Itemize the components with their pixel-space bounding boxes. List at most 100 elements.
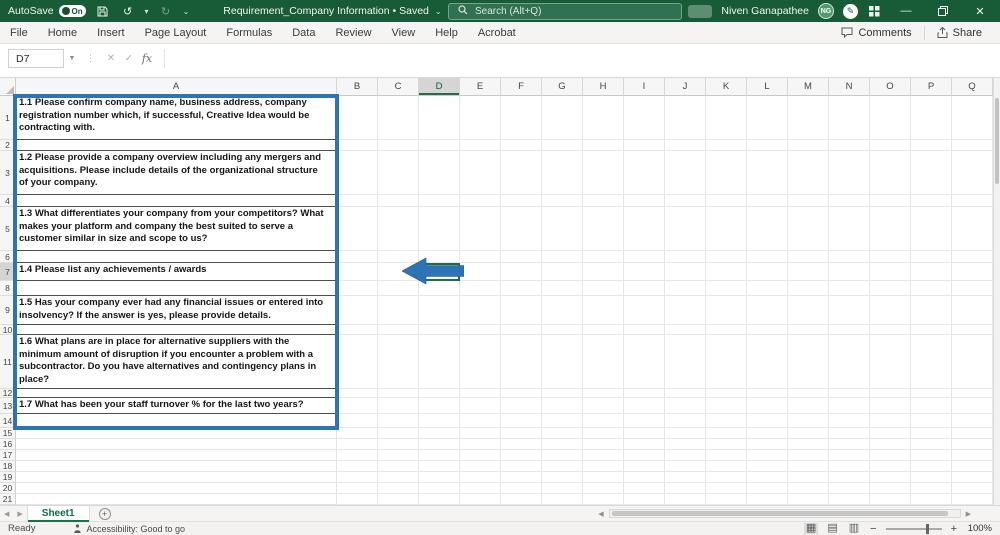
column-header-N[interactable]: N — [829, 78, 870, 96]
hscroll-right-icon[interactable]: ▶ — [963, 510, 974, 518]
row-header-9[interactable]: 9 — [0, 296, 16, 325]
cell-A12[interactable] — [16, 389, 337, 398]
cell-A20[interactable] — [16, 483, 337, 494]
column-header-B[interactable]: B — [337, 78, 378, 96]
row-header-15[interactable]: 15 — [0, 428, 16, 439]
cell-A21[interactable] — [16, 494, 337, 505]
cells-B-to-Q-row-1[interactable] — [337, 96, 1000, 140]
cells-B-to-Q-row-4[interactable] — [337, 195, 1000, 207]
cell-A2[interactable] — [16, 140, 337, 151]
cell-A15[interactable] — [16, 428, 337, 439]
cell-A8[interactable] — [16, 281, 337, 296]
cells-B-to-Q-row-2[interactable] — [337, 140, 1000, 151]
row-header-11[interactable]: 11 — [0, 335, 16, 389]
autosave-switch-icon[interactable]: On — [59, 5, 86, 17]
cell-A16[interactable] — [16, 439, 337, 450]
sheet-tab-sheet1[interactable]: Sheet1 — [27, 506, 90, 522]
zoom-slider[interactable] — [886, 528, 942, 530]
cells-B-to-Q-row-10[interactable] — [337, 325, 1000, 335]
sheet-nav-right-icon[interactable]: ▶ — [13, 510, 26, 518]
row-header-6[interactable]: 6 — [0, 251, 16, 263]
ribbon-display-options-icon[interactable] — [867, 3, 883, 19]
row-header-19[interactable]: 19 — [0, 472, 16, 483]
add-sheet-icon[interactable]: + — [99, 508, 111, 520]
name-box-chevron-icon[interactable]: ▼ — [64, 49, 80, 68]
avatar[interactable]: NG — [818, 3, 834, 19]
cells-B-to-Q-row-3[interactable] — [337, 151, 1000, 195]
cells-B-to-Q-row-13[interactable] — [337, 398, 1000, 414]
zoom-slider-knob[interactable] — [926, 524, 929, 534]
zoom-out-icon[interactable]: − — [868, 523, 878, 535]
column-header-A[interactable]: A — [16, 78, 337, 96]
cells-B-to-Q-row-9[interactable] — [337, 296, 1000, 325]
cells-B-to-Q-row-14[interactable] — [337, 414, 1000, 428]
column-header-H[interactable]: H — [583, 78, 624, 96]
hscroll-thumb[interactable] — [612, 511, 948, 516]
cells-B-to-Q-row-11[interactable] — [337, 335, 1000, 389]
row-header-4[interactable]: 4 — [0, 195, 16, 207]
row-header-12[interactable]: 12 — [0, 389, 16, 398]
row-header-8[interactable]: 8 — [0, 281, 16, 296]
undo-icon[interactable]: ↺ — [120, 3, 136, 19]
cell-A9[interactable]: 1.5 Has your company ever had any financ… — [16, 296, 337, 325]
tab-page-layout[interactable]: Page Layout — [135, 24, 217, 42]
share-button[interactable]: Share — [929, 25, 990, 41]
column-header-C[interactable]: C — [378, 78, 419, 96]
quick-access-chevron-icon[interactable]: ⌄ — [183, 7, 190, 16]
cells-B-to-Q-row-18[interactable] — [337, 461, 1000, 472]
column-header-M[interactable]: M — [788, 78, 829, 96]
row-header-2[interactable]: 2 — [0, 140, 16, 151]
cell-A10[interactable] — [16, 325, 337, 335]
cells-B-to-Q-row-20[interactable] — [337, 483, 1000, 494]
cells-B-to-Q-row-17[interactable] — [337, 450, 1000, 461]
close-button[interactable]: ✕ — [966, 0, 994, 22]
tab-insert[interactable]: Insert — [87, 24, 135, 42]
row-header-10[interactable]: 10 — [0, 325, 16, 335]
cell-A5[interactable]: 1.3 What differentiates your company fro… — [16, 207, 337, 251]
cell-A17[interactable] — [16, 450, 337, 461]
restore-button[interactable] — [929, 0, 957, 22]
undo-chevron-icon[interactable]: ▾ — [145, 7, 149, 16]
select-all-corner[interactable] — [0, 78, 16, 96]
horizontal-scrollbar[interactable]: ◀ ▶ — [595, 509, 974, 518]
tab-file[interactable]: File — [0, 24, 38, 42]
row-header-13[interactable]: 13 — [0, 398, 16, 414]
cancel-icon[interactable]: ✕ — [102, 50, 120, 68]
screen-share-icon[interactable] — [688, 5, 712, 18]
user-name[interactable]: Niven Ganapathee — [721, 5, 809, 17]
cell-A6[interactable] — [16, 251, 337, 263]
tab-home[interactable]: Home — [38, 24, 87, 42]
enter-check-icon[interactable]: ✓ — [120, 50, 138, 68]
cells-B-to-Q-row-19[interactable] — [337, 472, 1000, 483]
save-icon[interactable] — [95, 3, 111, 19]
tab-data[interactable]: Data — [282, 24, 325, 42]
cells-B-to-Q-row-16[interactable] — [337, 439, 1000, 450]
row-header-20[interactable]: 20 — [0, 483, 16, 494]
cell-A3[interactable]: 1.2 Please provide a company overview in… — [16, 151, 337, 195]
column-header-J[interactable]: J — [665, 78, 706, 96]
cells-B-to-Q-row-15[interactable] — [337, 428, 1000, 439]
minimize-button[interactable]: — — [892, 0, 920, 22]
cells-B-to-Q-row-6[interactable] — [337, 251, 1000, 263]
vertical-scrollbar[interactable] — [993, 78, 1000, 505]
tab-acrobat[interactable]: Acrobat — [468, 24, 526, 42]
accessibility-status[interactable]: Accessibility: Good to go — [73, 524, 185, 534]
column-header-I[interactable]: I — [624, 78, 665, 96]
zoom-level[interactable]: 100% — [966, 523, 992, 534]
hscroll-left-icon[interactable]: ◀ — [595, 510, 606, 518]
insert-function-icon[interactable]: fx — [138, 50, 156, 68]
search-box[interactable]: Search (Alt+Q) — [448, 3, 682, 20]
column-header-G[interactable]: G — [542, 78, 583, 96]
normal-view-icon[interactable]: ▦ — [804, 523, 818, 534]
row-header-16[interactable]: 16 — [0, 439, 16, 450]
column-header-E[interactable]: E — [460, 78, 501, 96]
cells-B-to-Q-row-21[interactable] — [337, 494, 1000, 505]
cell-A14[interactable] — [16, 414, 337, 428]
zoom-in-icon[interactable]: + — [949, 523, 959, 535]
column-header-L[interactable]: L — [747, 78, 788, 96]
column-header-Q[interactable]: Q — [952, 78, 993, 96]
row-header-18[interactable]: 18 — [0, 461, 16, 472]
cell-A11[interactable]: 1.6 What plans are in place for alternat… — [16, 335, 337, 389]
cells-B-to-Q-row-7[interactable] — [337, 263, 1000, 281]
vertical-scrollbar-thumb[interactable] — [995, 98, 999, 184]
